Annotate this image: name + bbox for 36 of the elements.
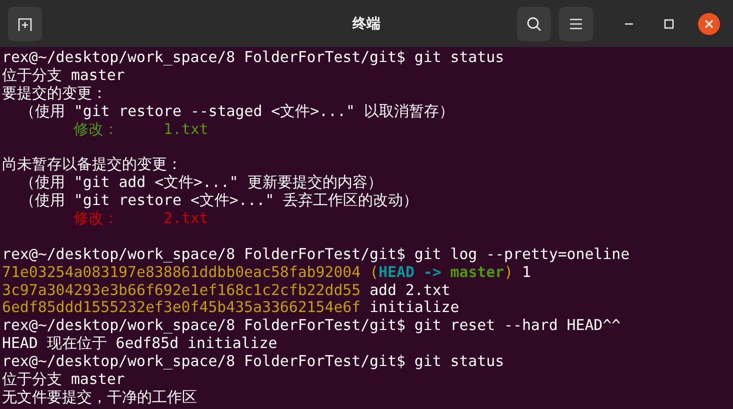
terminal-text: rex@~/desktop/work_space/8 FolderForTest/git$ git reset --hard HEAD^^ bbox=[2, 316, 621, 334]
search-button[interactable] bbox=[517, 6, 551, 40]
terminal-text: HEAD 现在位于 6edf85d initialize bbox=[2, 334, 278, 352]
terminal-text: rex@~/desktop/work_space/8 FolderForTest/git$ git status bbox=[2, 48, 504, 66]
terminal-text: 3c97a304293e3b66f692e1ef168c1c2cfb22dd55 bbox=[2, 280, 361, 299]
terminal-text: 6edf85ddd1555232ef3e0f45b435a33662154e6f bbox=[2, 298, 361, 316]
terminal-text: add 2.txt bbox=[368, 280, 450, 299]
terminal-text: （使用 "git add <文件>..." 更新要提交的内容） bbox=[18, 173, 382, 192]
menu-icon bbox=[569, 18, 583, 30]
terminal-text: 尚未暂存以备提交的变更： bbox=[2, 155, 182, 174]
new-tab-button[interactable] bbox=[8, 6, 42, 40]
terminal-text: rex@~/desktop/work_space/8 FolderForTest/git$ git status bbox=[2, 352, 504, 370]
terminal-text: 要提交的变更： bbox=[2, 84, 107, 102]
terminal-text: 无文件要提交，干净的工作区 bbox=[2, 388, 197, 406]
menu-button[interactable] bbox=[559, 6, 593, 40]
terminal-text: HEAD -> bbox=[378, 262, 442, 281]
terminal-text: （使用 "git restore <文件>..." 丢弃工作区的改动） bbox=[18, 191, 418, 210]
terminal-text: 71e03254a083197e838861ddbb0eac58fab92004 bbox=[2, 262, 361, 281]
terminal-text: 位于分支 master bbox=[2, 66, 125, 84]
window-title: 终端 bbox=[352, 14, 380, 33]
close-icon bbox=[704, 18, 714, 28]
terminal-text: 修改： 1.txt bbox=[72, 120, 208, 138]
terminal-text: 修改： 2.txt bbox=[72, 209, 208, 228]
new-tab-icon bbox=[17, 16, 33, 32]
terminal-text: （使用 "git restore --staged <文件>..." 以取消暂存） bbox=[18, 102, 454, 120]
close-button[interactable] bbox=[698, 12, 720, 34]
maximize-icon bbox=[664, 18, 674, 28]
terminal-text: rex@~/desktop/work_space/8 FolderForTest/git$ git log --pretty=oneline bbox=[2, 244, 630, 263]
search-icon bbox=[526, 16, 542, 32]
terminal-text: initialize bbox=[368, 298, 460, 316]
terminal-text: 位于分支 master bbox=[2, 370, 125, 388]
terminal-text: 1 bbox=[521, 262, 531, 281]
terminal-text: ( bbox=[368, 262, 379, 281]
minimize-icon bbox=[624, 22, 634, 24]
terminal-text: master bbox=[450, 262, 504, 281]
terminal-text: ) bbox=[504, 262, 514, 281]
